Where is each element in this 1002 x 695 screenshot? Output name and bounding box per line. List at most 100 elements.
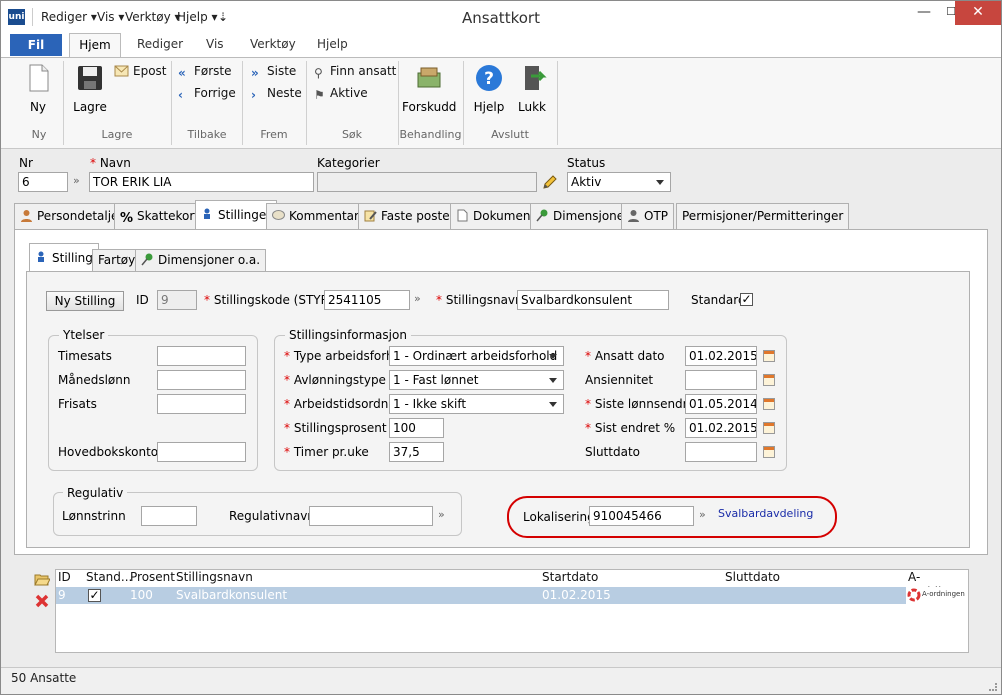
column-header-standard[interactable]: Stand... [86, 570, 132, 586]
epost-button[interactable]: Epost [114, 64, 167, 78]
tab-persondetaljer[interactable]: Persondetaljer [14, 203, 130, 229]
lagre-button[interactable]: Lagre [71, 63, 109, 114]
pencil-edit-icon[interactable] [541, 173, 557, 190]
tab-faste-poster[interactable]: Faste poster [358, 203, 461, 229]
sist-endret-field[interactable]: 01.02.2015 [685, 418, 757, 438]
minimize-button[interactable]: — [911, 1, 937, 25]
email-icon [114, 65, 129, 77]
tab-rediger[interactable]: Rediger [137, 37, 183, 57]
type-arbeidsforhold-select[interactable]: 1 - Ordinært arbeidsforhold [389, 346, 564, 366]
column-header-id[interactable]: ID [58, 570, 71, 586]
tab-stillinger[interactable]: Stillinger [195, 200, 278, 230]
styrk-label-text: Stillingskode (STYRK) [213, 293, 342, 307]
standard-label: Standard [691, 293, 746, 307]
person-icon [21, 210, 32, 222]
nr-field[interactable]: 6 [18, 172, 68, 192]
tab-label: OTP [644, 209, 669, 223]
hjelp-button[interactable]: ? Hjelp [471, 63, 507, 114]
forste-button[interactable]: « Første [178, 64, 232, 80]
stillingsinformasjon-title: Stillingsinformasjon [285, 328, 411, 342]
lokalisering-link[interactable]: Svalbardavdeling [718, 507, 828, 520]
sluttdato-field[interactable] [685, 442, 757, 462]
cell-startdato: 01.02.2015 [542, 588, 611, 602]
calendar-icon[interactable] [763, 374, 775, 386]
regulativ-title: Regulativ [63, 486, 128, 500]
ny-button[interactable]: Ny [19, 63, 57, 114]
tab-dimensjoner[interactable]: Dimensjoner [530, 203, 636, 229]
standard-checkbox[interactable]: ✓ [740, 293, 753, 306]
lukk-button[interactable]: Lukk [515, 63, 549, 114]
kategorier-field[interactable] [317, 172, 537, 192]
nr-lookup-button[interactable]: » [73, 174, 80, 187]
tab-label: Skattekort [137, 209, 200, 223]
calendar-icon[interactable] [763, 446, 775, 458]
regulativnavn-field[interactable] [309, 506, 433, 526]
ansiennitet-field[interactable] [685, 370, 757, 390]
forskudd-button[interactable]: Forskudd [402, 63, 456, 114]
subtab-fartoy[interactable]: Fartøy [92, 249, 142, 271]
stillingsnavn-field[interactable]: Svalbardkonsulent [517, 290, 669, 310]
column-header-amelding[interactable]: A-melding [908, 570, 968, 599]
double-chevron-right-icon: » [251, 66, 259, 80]
lonnstrinn-field[interactable] [141, 506, 197, 526]
table-row[interactable]: 9 ✓ 100 Svalbardkonsulent 01.02.2015 A-o… [56, 587, 968, 604]
tab-permisjoner[interactable]: Permisjoner/Permitteringer [676, 203, 850, 229]
lokalisering-field[interactable]: 910045466 [589, 506, 694, 526]
hjelp-label: Hjelp [473, 100, 505, 114]
calendar-icon[interactable] [763, 350, 775, 362]
label-text: Timer pr.uke [293, 445, 369, 459]
regulativ-lookup-button[interactable]: » [438, 508, 445, 521]
tab-otp[interactable]: OTP [621, 203, 675, 229]
finn-ansatt-button[interactable]: ⚲ Finn ansatt [314, 64, 396, 80]
styrk-field[interactable]: 2541105 [324, 290, 410, 310]
column-header-sluttdato[interactable]: Sluttdato [725, 570, 780, 586]
tab-vis[interactable]: Vis [206, 37, 224, 57]
calendar-icon[interactable] [763, 398, 775, 410]
forrige-button[interactable]: ‹ Forrige [178, 86, 236, 102]
status-select[interactable]: Aktiv [567, 172, 671, 192]
frisats-field[interactable] [157, 394, 246, 414]
ny-stilling-button[interactable]: Ny Stilling [46, 291, 124, 311]
aktive-button[interactable]: ⚑ Aktive [314, 86, 368, 102]
tab-label: Persondetaljer [37, 209, 124, 223]
pin-icon [536, 209, 548, 222]
siste-lonnsendring-field[interactable]: 01.05.2014 [685, 394, 757, 414]
hovedbokskonto-field[interactable] [157, 442, 246, 462]
timesats-field[interactable] [157, 346, 246, 366]
chevron-right-icon: › [251, 88, 256, 102]
tab-dokument[interactable]: Dokument [450, 203, 542, 229]
subtab-stilling[interactable]: Stilling [29, 243, 99, 272]
required-marker: * [585, 397, 591, 411]
resize-grip[interactable] [989, 683, 997, 691]
tab-verktoy[interactable]: Verktøy [250, 37, 296, 57]
ansiennitet-label: Ansiennitet [585, 373, 654, 387]
column-header-stillingsnavn[interactable]: Stillingsnavn [176, 570, 253, 586]
avlonningstype-select[interactable]: 1 - Fast lønnet [389, 370, 564, 390]
styrk-lookup-button[interactable]: » [414, 292, 421, 305]
column-header-prosent[interactable]: Prosent [130, 570, 175, 586]
forste-label: Første [194, 64, 232, 78]
neste-button[interactable]: › Neste [251, 86, 302, 102]
arbeidstidsordning-select[interactable]: 1 - Ikke skift [389, 394, 564, 414]
tab-hjelp[interactable]: Hjelp [317, 37, 348, 57]
column-header-startdato[interactable]: Startdato [542, 570, 598, 586]
subtab-dimensjoner[interactable]: Dimensjoner o.a. [135, 249, 267, 271]
close-button[interactable]: ✕ [955, 1, 1001, 25]
money-stack-icon [417, 67, 441, 88]
comment-bubble-icon [272, 210, 285, 220]
tab-file[interactable]: Fil [10, 34, 62, 56]
delete-icon[interactable] [34, 593, 50, 609]
siste-button[interactable]: » Siste [251, 64, 296, 80]
cell-standard-checkbox[interactable]: ✓ [88, 589, 101, 602]
tab-hjem[interactable]: Hjem [69, 33, 121, 58]
cell-id: 9 [58, 588, 66, 602]
timer-pr-uke-field[interactable]: 37,5 [389, 442, 444, 462]
tab-skattekort[interactable]: % Skattekort [114, 203, 206, 229]
stillingsprosent-field[interactable]: 100 [389, 418, 444, 438]
navn-field[interactable]: TOR ERIK LIA [89, 172, 314, 192]
calendar-icon[interactable] [763, 422, 775, 434]
lokalisering-lookup-button[interactable]: » [699, 508, 706, 521]
ansatt-dato-field[interactable]: 01.02.2015 [685, 346, 757, 366]
manedslonn-field[interactable] [157, 370, 246, 390]
open-folder-icon[interactable] [34, 572, 50, 586]
